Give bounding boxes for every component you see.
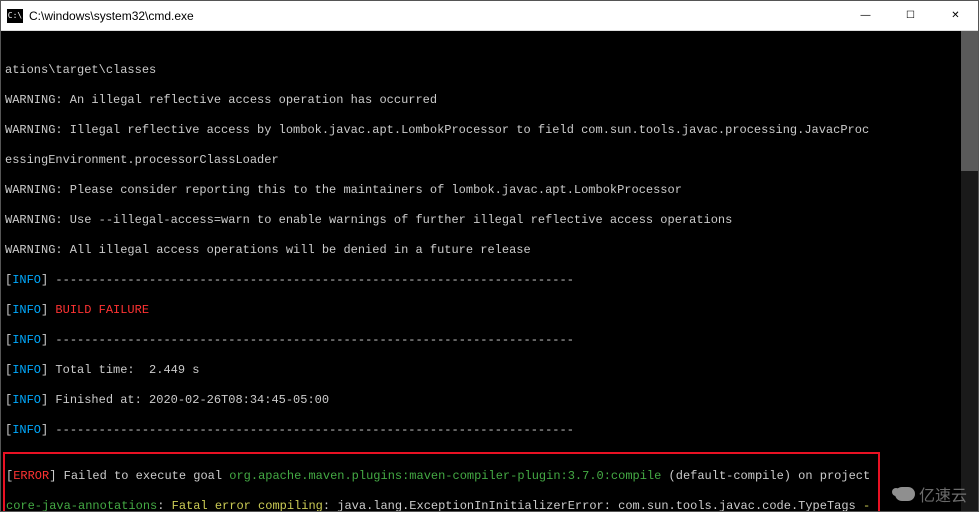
project-name: core-java-annotations xyxy=(6,499,157,511)
output-line-error: core-java-annotations: Fatal error compi… xyxy=(6,499,877,511)
output-line-build-failure: [INFO] BUILD FAILURE xyxy=(5,303,974,318)
info-tag: INFO xyxy=(12,393,41,407)
info-tag: INFO xyxy=(12,303,41,317)
maximize-button[interactable]: ☐ xyxy=(888,1,933,30)
output-line-info: [INFO] ---------------------------------… xyxy=(5,333,974,348)
fatal-error-text: Fatal error compiling xyxy=(172,499,323,511)
output-line-error: [ERROR] Failed to execute goal org.apach… xyxy=(6,469,877,484)
scrollbar-track[interactable] xyxy=(961,31,978,511)
build-failure-text: BUILD FAILURE xyxy=(55,303,149,317)
info-tag: INFO xyxy=(12,273,41,287)
info-tag: INFO xyxy=(12,333,41,347)
info-tag: INFO xyxy=(12,423,41,437)
terminal-output[interactable]: ations\target\classes WARNING: An illega… xyxy=(1,31,978,511)
output-line: WARNING: All illegal access operations w… xyxy=(5,243,974,258)
info-tag: INFO xyxy=(12,363,41,377)
app-window: C:\ C:\windows\system32\cmd.exe — ☐ ✕ at… xyxy=(0,0,979,512)
watermark: 亿速云 xyxy=(895,482,967,506)
output-line-info: [INFO] Finished at: 2020-02-26T08:34:45-… xyxy=(5,393,974,408)
output-line-info: [INFO] ---------------------------------… xyxy=(5,423,974,438)
output-line: WARNING: Please consider reporting this … xyxy=(5,183,974,198)
window-title: C:\windows\system32\cmd.exe xyxy=(29,9,843,23)
watermark-text: 亿速云 xyxy=(919,482,967,506)
minimize-button[interactable]: — xyxy=(843,1,888,30)
output-line: WARNING: Use --illegal-access=warn to en… xyxy=(5,213,974,228)
close-button[interactable]: ✕ xyxy=(933,1,978,30)
output-line: WARNING: Illegal reflective access by lo… xyxy=(5,123,974,138)
scrollbar-thumb[interactable] xyxy=(961,31,978,171)
output-line: ations\target\classes xyxy=(5,63,974,78)
output-line: WARNING: An illegal reflective access op… xyxy=(5,93,974,108)
titlebar[interactable]: C:\ C:\windows\system32\cmd.exe — ☐ ✕ xyxy=(1,1,978,31)
output-line-info: [INFO] Total time: 2.449 s xyxy=(5,363,974,378)
window-controls: — ☐ ✕ xyxy=(843,1,978,30)
cmd-app-icon: C:\ xyxy=(7,9,23,23)
error-tag: ERROR xyxy=(13,469,49,483)
cloud-icon xyxy=(895,487,915,501)
output-line: essingEnvironment.processorClassLoader xyxy=(5,153,974,168)
goal-text: org.apache.maven.plugins:maven-compiler-… xyxy=(229,469,661,483)
error-highlight-box: [ERROR] Failed to execute goal org.apach… xyxy=(3,452,880,511)
output-line-info: [INFO] ---------------------------------… xyxy=(5,273,974,288)
